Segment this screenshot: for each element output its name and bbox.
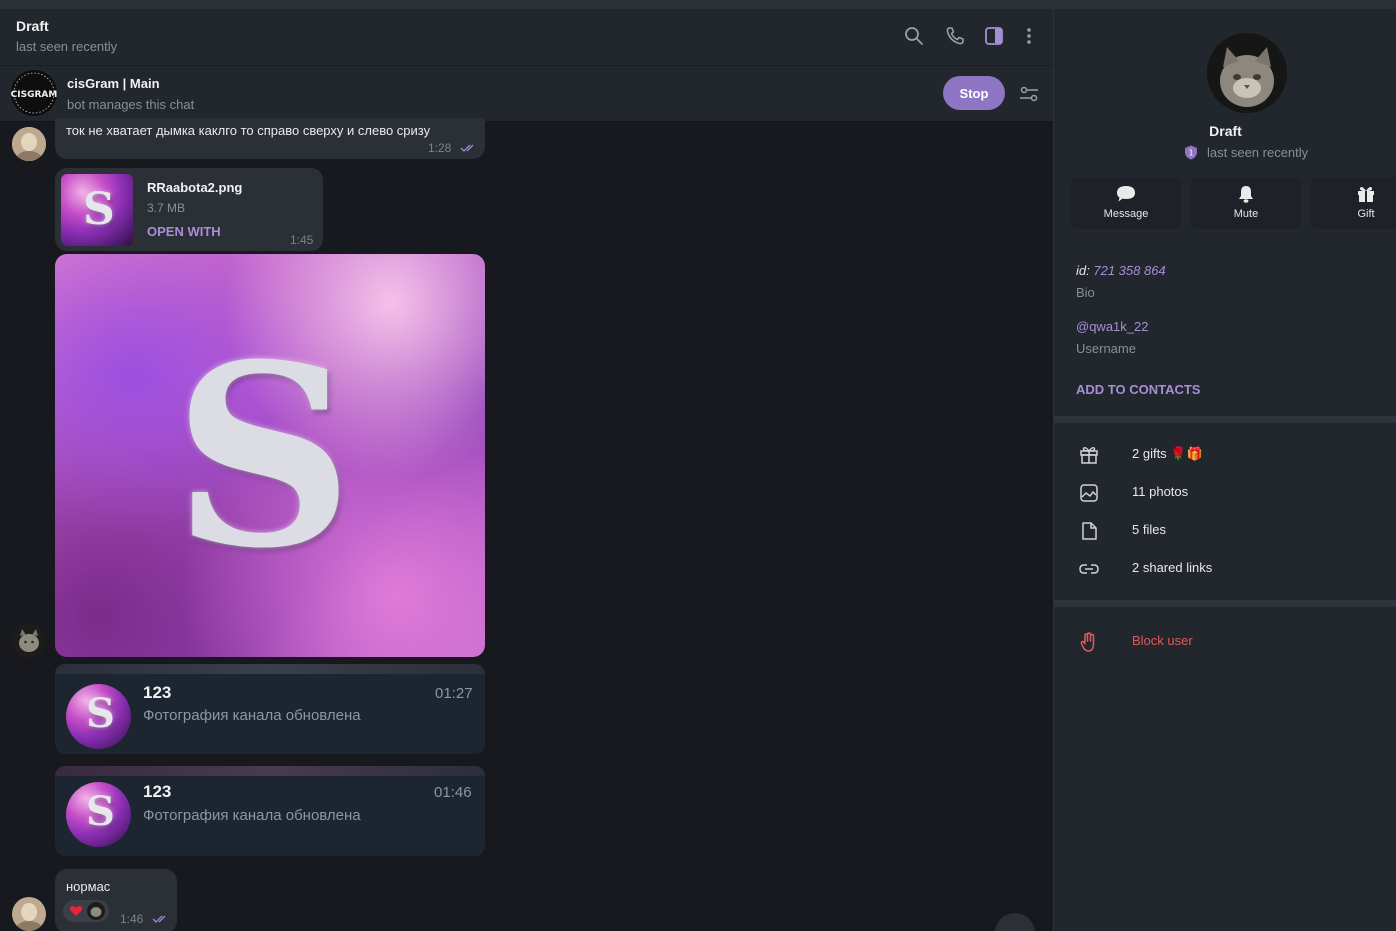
photos-label: 11 photos — [1132, 484, 1189, 499]
photos-row[interactable]: 11 photos — [1054, 473, 1396, 511]
image-message[interactable]: S — [55, 254, 485, 657]
message-action-button[interactable]: Message — [1071, 177, 1181, 229]
reaction-chip[interactable] — [63, 900, 109, 922]
add-to-contacts-button[interactable]: ADD TO CONTACTS — [1076, 382, 1200, 397]
more-menu-icon[interactable] — [1018, 25, 1040, 47]
sender-avatar[interactable] — [12, 127, 46, 161]
channel-photo[interactable]: S — [66, 782, 131, 847]
message-text: нормас — [66, 879, 111, 894]
file-message-bubble[interactable]: S RRaabota2.png 3.7 MB OPEN WITH 1:45 — [55, 168, 323, 251]
message-action-label: Message — [1103, 208, 1149, 220]
channel-title: 123 — [143, 782, 172, 801]
heart-reaction-icon — [69, 906, 83, 916]
reactor-avatar — [87, 902, 105, 920]
profile-panel: Draft 1 last seen recently Message Mute … — [1053, 9, 1396, 931]
bell-icon — [1239, 186, 1253, 203]
chat-bubble-icon — [1117, 186, 1135, 202]
channel-update-card[interactable]: S 123 01:46 Фотография канала обновлена — [55, 766, 485, 856]
open-with-link[interactable]: OPEN WITH — [147, 224, 221, 239]
gift-action-label: Gift — [1357, 208, 1375, 220]
user-id-prefix: id: — [1076, 263, 1090, 278]
bio-label: Bio — [1076, 285, 1095, 300]
profile-status: last seen recently — [1207, 145, 1309, 160]
card-time: 01:46 — [434, 784, 472, 801]
gifts-row[interactable]: 2 gifts 🌹🎁 — [1054, 435, 1396, 473]
badge-number: 1 — [1188, 149, 1193, 158]
channel-update-card[interactable]: S 123 01:27 Фотография канала обновлена — [55, 664, 485, 754]
bot-avatar[interactable]: CISGRAM — [11, 70, 57, 116]
read-checkmarks-icon — [460, 144, 474, 152]
message-time: 1:46 — [120, 912, 144, 926]
search-icon[interactable] — [903, 25, 925, 47]
chat-header[interactable]: Draft last seen recently — [0, 9, 1053, 65]
files-label: 5 files — [1132, 522, 1166, 537]
mute-action-label: Mute — [1233, 208, 1259, 220]
message-time: 1:28 — [428, 141, 452, 155]
gifts-label: 2 gifts 🌹🎁 — [1132, 446, 1203, 462]
username-label: Username — [1076, 341, 1136, 356]
shield-badge-icon: 1 — [1185, 145, 1197, 160]
username-value[interactable]: @qwa1k_22 — [1076, 319, 1148, 334]
gift-action-button[interactable]: Gift — [1311, 177, 1396, 229]
block-user-label: Block user — [1132, 633, 1193, 648]
block-user-row[interactable]: Block user — [1054, 622, 1396, 660]
message-text: ток не хватает дымка каклго то справо св… — [66, 123, 431, 138]
user-id-row[interactable]: id: 721 358 864 — [1076, 263, 1166, 278]
files-row[interactable]: 5 files — [1054, 511, 1396, 549]
card-subtitle: Фотография канала обновлена — [143, 807, 361, 824]
image-icon — [1080, 484, 1098, 502]
bot-management-bar: CISGRAM cisGram | Main bot manages this … — [0, 65, 1053, 122]
section-divider — [1054, 416, 1396, 423]
chat-title[interactable]: Draft — [16, 18, 49, 34]
stop-bot-button[interactable]: Stop — [943, 76, 1005, 110]
bot-avatar-text: CISGRAM — [11, 90, 57, 100]
bot-name[interactable]: cisGram | Main — [67, 76, 160, 91]
profile-name: Draft — [1209, 123, 1242, 139]
gift-icon — [1358, 187, 1374, 202]
file-icon — [1082, 522, 1097, 540]
sender-avatar[interactable] — [12, 624, 46, 658]
file-name: RRaabota2.png — [147, 180, 243, 195]
gift-emojis: 🌹🎁 — [1170, 446, 1203, 461]
profile-avatar[interactable] — [1207, 33, 1287, 113]
message-time: 1:45 — [290, 233, 314, 247]
channel-photo[interactable]: S — [66, 684, 131, 749]
hand-stop-icon — [1080, 632, 1095, 652]
link-icon — [1079, 564, 1099, 574]
gifts-count: 2 gifts — [1132, 446, 1167, 461]
links-label: 2 shared links — [1132, 560, 1213, 575]
read-checkmarks-icon — [152, 915, 166, 923]
sidebar-toggle-icon[interactable] — [983, 25, 1005, 47]
message-bubble[interactable]: ток не хватает дымка каклго то справо св… — [55, 118, 485, 159]
chat-status: last seen recently — [16, 39, 118, 54]
card-subtitle: Фотография канала обновлена — [143, 707, 361, 724]
scroll-down-button[interactable] — [995, 913, 1035, 931]
bot-settings-icon[interactable] — [1018, 83, 1040, 105]
file-thumbnail[interactable]: S — [61, 174, 133, 246]
gift-outline-icon — [1080, 446, 1098, 464]
message-bubble[interactable]: нормас 1:46 — [55, 869, 177, 931]
phone-icon[interactable] — [944, 25, 966, 47]
sender-avatar[interactable] — [12, 897, 46, 931]
section-divider — [1054, 600, 1396, 607]
links-row[interactable]: 2 shared links — [1054, 549, 1396, 587]
bot-subtitle: bot manages this chat — [67, 97, 195, 112]
user-id-value[interactable]: 721 358 864 — [1093, 263, 1165, 278]
window-top-strip — [0, 0, 1396, 9]
card-time: 01:27 — [435, 685, 473, 702]
mute-action-button[interactable]: Mute — [1191, 177, 1301, 229]
channel-title: 123 — [143, 683, 172, 702]
file-size: 3.7 MB — [147, 201, 186, 215]
chat-area: Draft last seen recently CISGRAM cisGram… — [0, 9, 1053, 931]
